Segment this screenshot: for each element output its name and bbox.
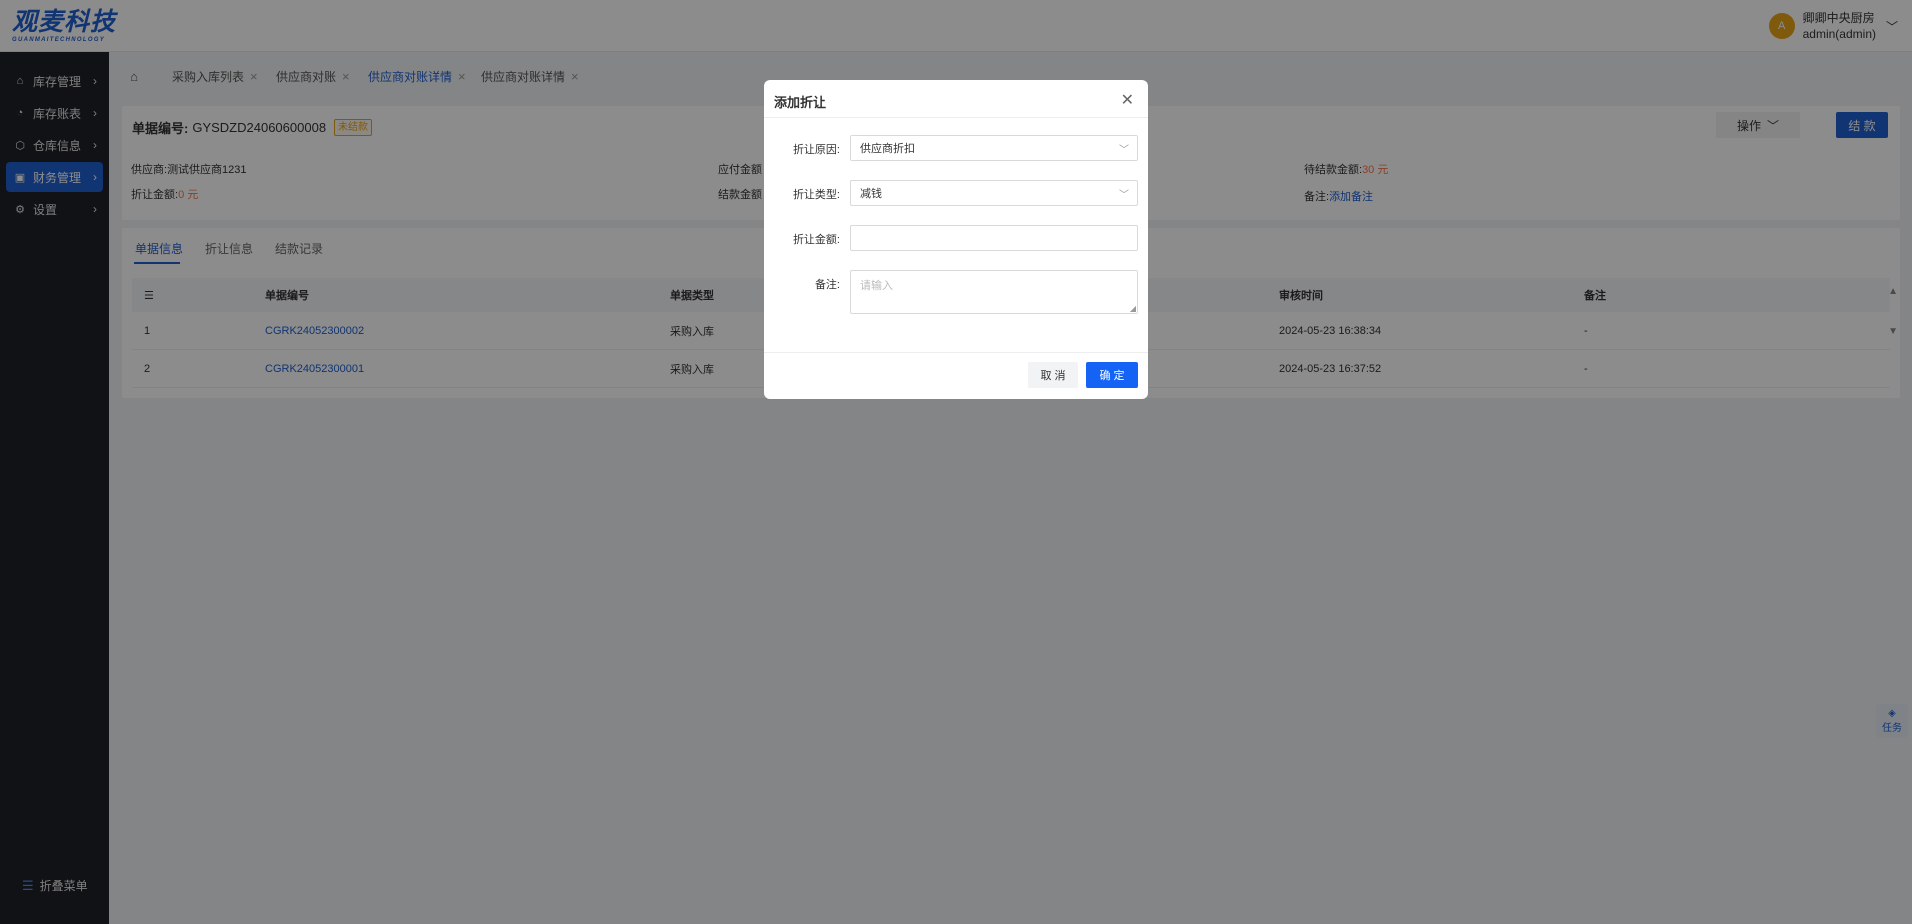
- resize-grip-icon[interactable]: ◢: [1130, 304, 1136, 313]
- reason-select[interactable]: 供应商折扣 ﹀: [850, 135, 1138, 161]
- reason-label: 折让原因:: [792, 144, 840, 156]
- chevron-down-icon: ﹀: [1119, 144, 1129, 156]
- chevron-down-icon: ﹀: [1119, 189, 1129, 201]
- type-select[interactable]: 减钱 ﹀: [850, 180, 1138, 206]
- modal-footer: 取 消 确 定: [764, 352, 1148, 399]
- type-selected-value: 减钱: [860, 188, 882, 200]
- remark-placeholder: 请输入: [860, 280, 893, 292]
- reason-selected-value: 供应商折扣: [860, 143, 915, 155]
- remark-textarea[interactable]: 请输入 ◢: [850, 270, 1138, 314]
- confirm-button[interactable]: 确 定: [1086, 362, 1138, 388]
- close-icon[interactable]: ✕: [1121, 90, 1134, 110]
- modal-title: 添加折让: [774, 95, 827, 110]
- remark-label: 备注:: [814, 279, 840, 291]
- amount-input[interactable]: [850, 225, 1138, 251]
- type-label: 折让类型:: [792, 189, 840, 201]
- add-discount-modal: 添加折让 ✕ 折让原因: 供应商折扣 ﹀ 折让类型: 减钱 ﹀ 折让金额: 备注…: [764, 80, 1148, 399]
- cancel-button[interactable]: 取 消: [1028, 362, 1078, 388]
- modal-header: 添加折让 ✕: [764, 80, 1148, 118]
- amount-label: 折让金额:: [792, 234, 840, 246]
